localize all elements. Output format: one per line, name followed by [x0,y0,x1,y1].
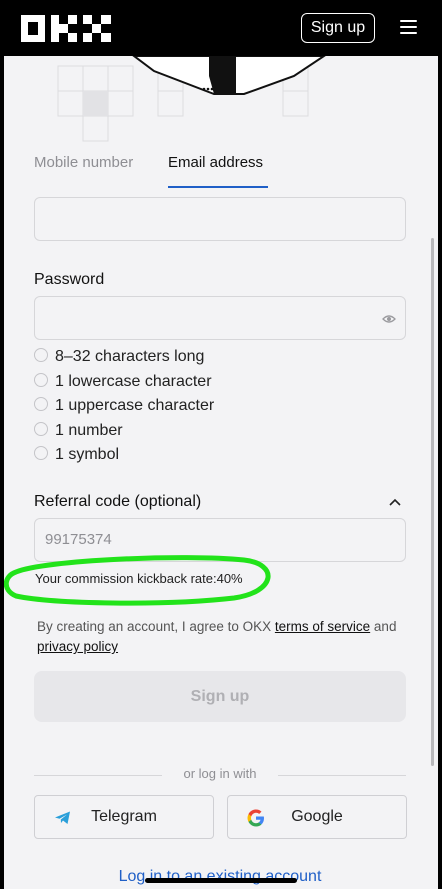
password-input[interactable] [34,296,406,340]
privacy-policy-link[interactable]: privacy policy [37,639,118,654]
kickback-rate-text: Your commission kickback rate:40% [35,571,243,586]
telegram-icon [55,811,70,824]
terms-of-service-link[interactable]: terms of service [275,619,370,634]
password-label: Password [34,271,105,288]
email-input[interactable] [34,197,406,241]
telegram-login-button[interactable]: Telegram [34,795,214,839]
unchecked-circle-icon [34,397,48,412]
terms-text: By creating an account, I agree to OKX t… [37,619,397,654]
requirement-length: 8–32 characters long [34,347,204,367]
okx-logo[interactable] [21,15,111,42]
requirement-lowercase: 1 lowercase character [34,372,212,392]
unchecked-circle-icon [34,422,48,437]
tab-mobile-number[interactable]: Mobile number [34,154,133,171]
unchecked-circle-icon [34,348,48,363]
google-icon [247,809,264,827]
or-login-with-text: or log in with [183,766,257,781]
signup-submit-button[interactable]: Sign up [34,671,406,722]
unchecked-circle-icon [34,446,48,461]
active-tab-indicator [168,186,268,188]
referral-label[interactable]: Referral code (optional) [34,493,201,511]
eye-icon[interactable] [382,314,396,324]
header-signup-button[interactable]: Sign up [301,13,375,43]
hero-illustration [57,56,326,142]
google-login-button[interactable]: Google [227,795,407,839]
scrollbar[interactable] [431,238,434,766]
app-frame: Sign up Mobile number Email address Pass… [0,0,442,889]
login-existing-account-link[interactable]: Log in to an existing account [4,868,436,886]
chevron-up-icon[interactable] [389,498,401,506]
tab-email-address[interactable]: Email address [168,154,263,171]
signup-form-page: Mobile number Email address Password 8–3… [4,56,438,889]
requirement-symbol: 1 symbol [34,445,119,465]
unchecked-circle-icon [34,373,48,388]
requirement-number: 1 number [34,421,123,441]
hamburger-menu-icon[interactable] [400,20,417,34]
requirement-uppercase: 1 uppercase character [34,396,214,416]
top-bar: Sign up [0,0,442,56]
home-indicator[interactable] [145,878,297,883]
